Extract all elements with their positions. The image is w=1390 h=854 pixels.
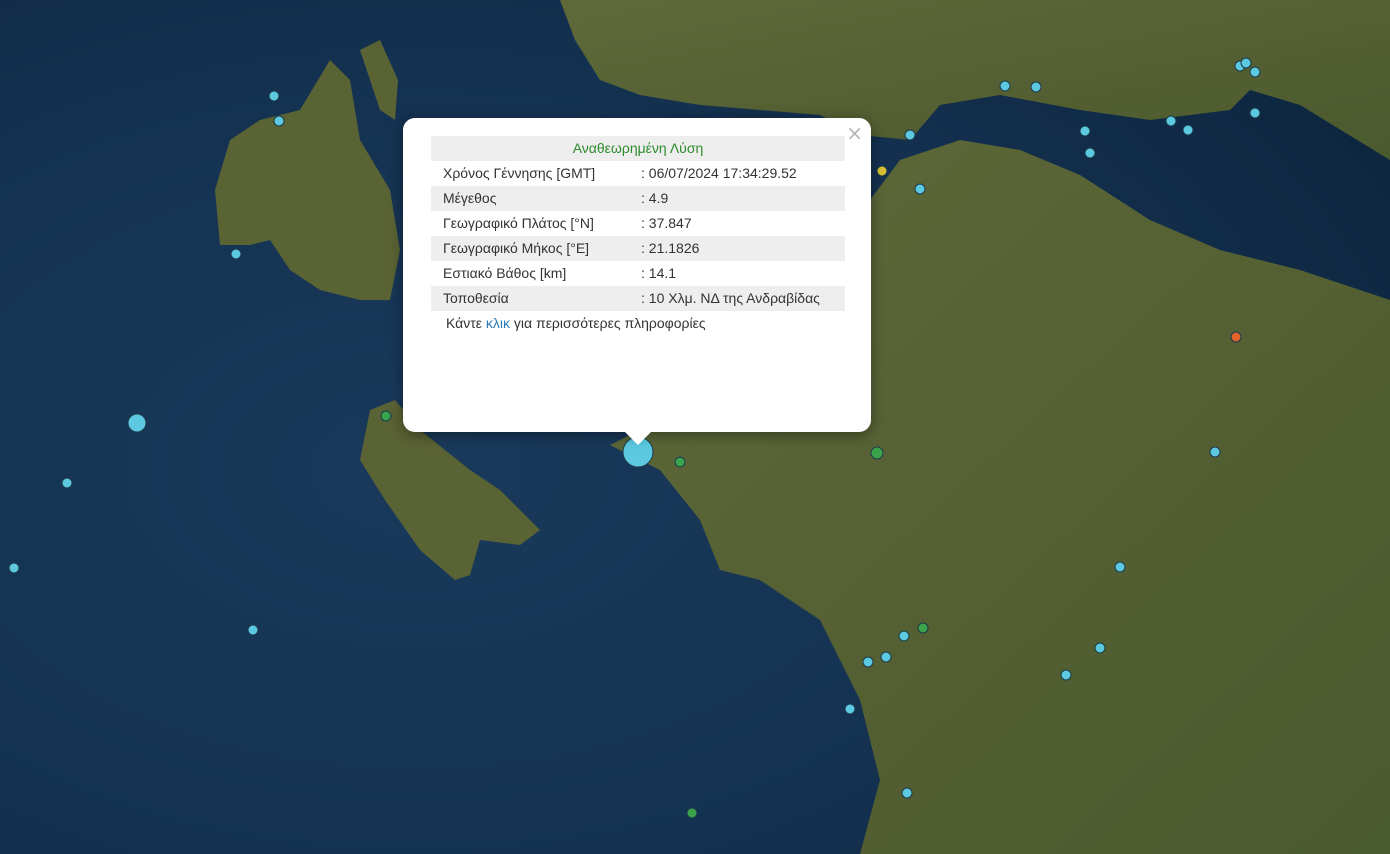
earthquake-marker[interactable]	[1209, 446, 1221, 458]
longitude-label: Γεωγραφικό Μήκος [°E]	[431, 236, 629, 261]
earthquake-marker[interactable]	[686, 807, 698, 819]
latitude-value: : 37.847	[641, 215, 692, 231]
earthquake-marker[interactable]	[1240, 57, 1252, 69]
earthquake-marker[interactable]	[273, 115, 285, 127]
earthquake-marker[interactable]	[1230, 331, 1242, 343]
earthquake-marker[interactable]	[1114, 561, 1126, 573]
magnitude-label: Μέγεθος	[431, 186, 629, 211]
earthquake-marker[interactable]	[870, 446, 884, 460]
table-row: Τοποθεσία : 10 Χλμ. ΝΔ της Ανδραβίδας	[431, 286, 845, 311]
depth-value: : 14.1	[641, 265, 677, 281]
more-info-prefix: Κάντε	[446, 315, 486, 331]
earthquake-info-popup: × Αναθεωρημένη Λύση Χρόνος Γέννησης [GMT…	[403, 118, 871, 432]
earthquake-marker[interactable]	[999, 80, 1011, 92]
earthquake-marker[interactable]	[1249, 107, 1261, 119]
origin-time-value: : 06/07/2024 17:34:29.52	[641, 165, 797, 181]
earthquake-marker[interactable]	[904, 129, 916, 141]
earthquake-marker[interactable]	[914, 183, 926, 195]
earthquake-marker[interactable]	[1030, 81, 1042, 93]
earthquake-marker[interactable]	[230, 248, 242, 260]
longitude-value: : 21.1826	[629, 236, 845, 261]
table-row: Χρόνος Γέννησης [GMT] : 06/07/2024 17:34…	[431, 161, 845, 186]
earthquake-marker[interactable]	[844, 703, 856, 715]
more-info-suffix: για περισσότερες πληροφορίες	[510, 315, 706, 331]
more-info-line: Κάντε κλικ για περισσότερες πληροφορίες	[446, 315, 845, 331]
earthquake-marker[interactable]	[674, 456, 686, 468]
earthquake-marker[interactable]	[380, 410, 392, 422]
earthquake-marker[interactable]	[1084, 147, 1096, 159]
depth-label: Εστιακό Βάθος [km]	[443, 265, 567, 281]
table-row: Γεωγραφικό Μήκος [°E] : 21.1826	[431, 236, 845, 261]
earthquake-marker[interactable]	[1249, 66, 1261, 78]
earthquake-marker[interactable]	[862, 656, 874, 668]
earthquake-marker[interactable]	[898, 630, 910, 642]
earthquake-marker[interactable]	[1182, 124, 1194, 136]
table-row: Εστιακό Βάθος [km] : 14.1	[431, 261, 845, 286]
earthquake-marker[interactable]	[247, 624, 259, 636]
earthquake-marker[interactable]	[1094, 642, 1106, 654]
more-info-link[interactable]: κλικ	[486, 315, 510, 331]
earthquake-marker[interactable]	[127, 413, 147, 433]
table-row: Γεωγραφικό Πλάτος [°N] : 37.847	[431, 211, 845, 236]
earthquake-marker[interactable]	[880, 651, 892, 663]
earthquake-marker[interactable]	[1060, 669, 1072, 681]
popup-title: Αναθεωρημένη Λύση	[431, 136, 845, 161]
table-row: Μέγεθος : 4.9	[431, 186, 845, 211]
popup-tip	[624, 431, 652, 445]
earthquake-marker[interactable]	[901, 787, 913, 799]
earthquake-marker[interactable]	[876, 165, 888, 177]
location-label: Τοποθεσία	[431, 286, 629, 311]
magnitude-value: : 4.9	[629, 186, 845, 211]
close-icon[interactable]: ×	[846, 122, 863, 144]
earthquake-marker[interactable]	[1079, 125, 1091, 137]
earthquake-marker[interactable]	[1165, 115, 1177, 127]
earthquake-marker[interactable]	[268, 90, 280, 102]
location-value: : 10 Χλμ. ΝΔ της Ανδραβίδας	[629, 286, 845, 311]
earthquake-details-table: Χρόνος Γέννησης [GMT] : 06/07/2024 17:34…	[431, 161, 845, 311]
earthquake-marker[interactable]	[917, 622, 929, 634]
earthquake-marker[interactable]	[8, 562, 20, 574]
earthquake-marker[interactable]	[61, 477, 73, 489]
origin-time-label: Χρόνος Γέννησης [GMT]	[443, 165, 596, 181]
latitude-label: Γεωγραφικό Πλάτος [°N]	[443, 215, 594, 231]
